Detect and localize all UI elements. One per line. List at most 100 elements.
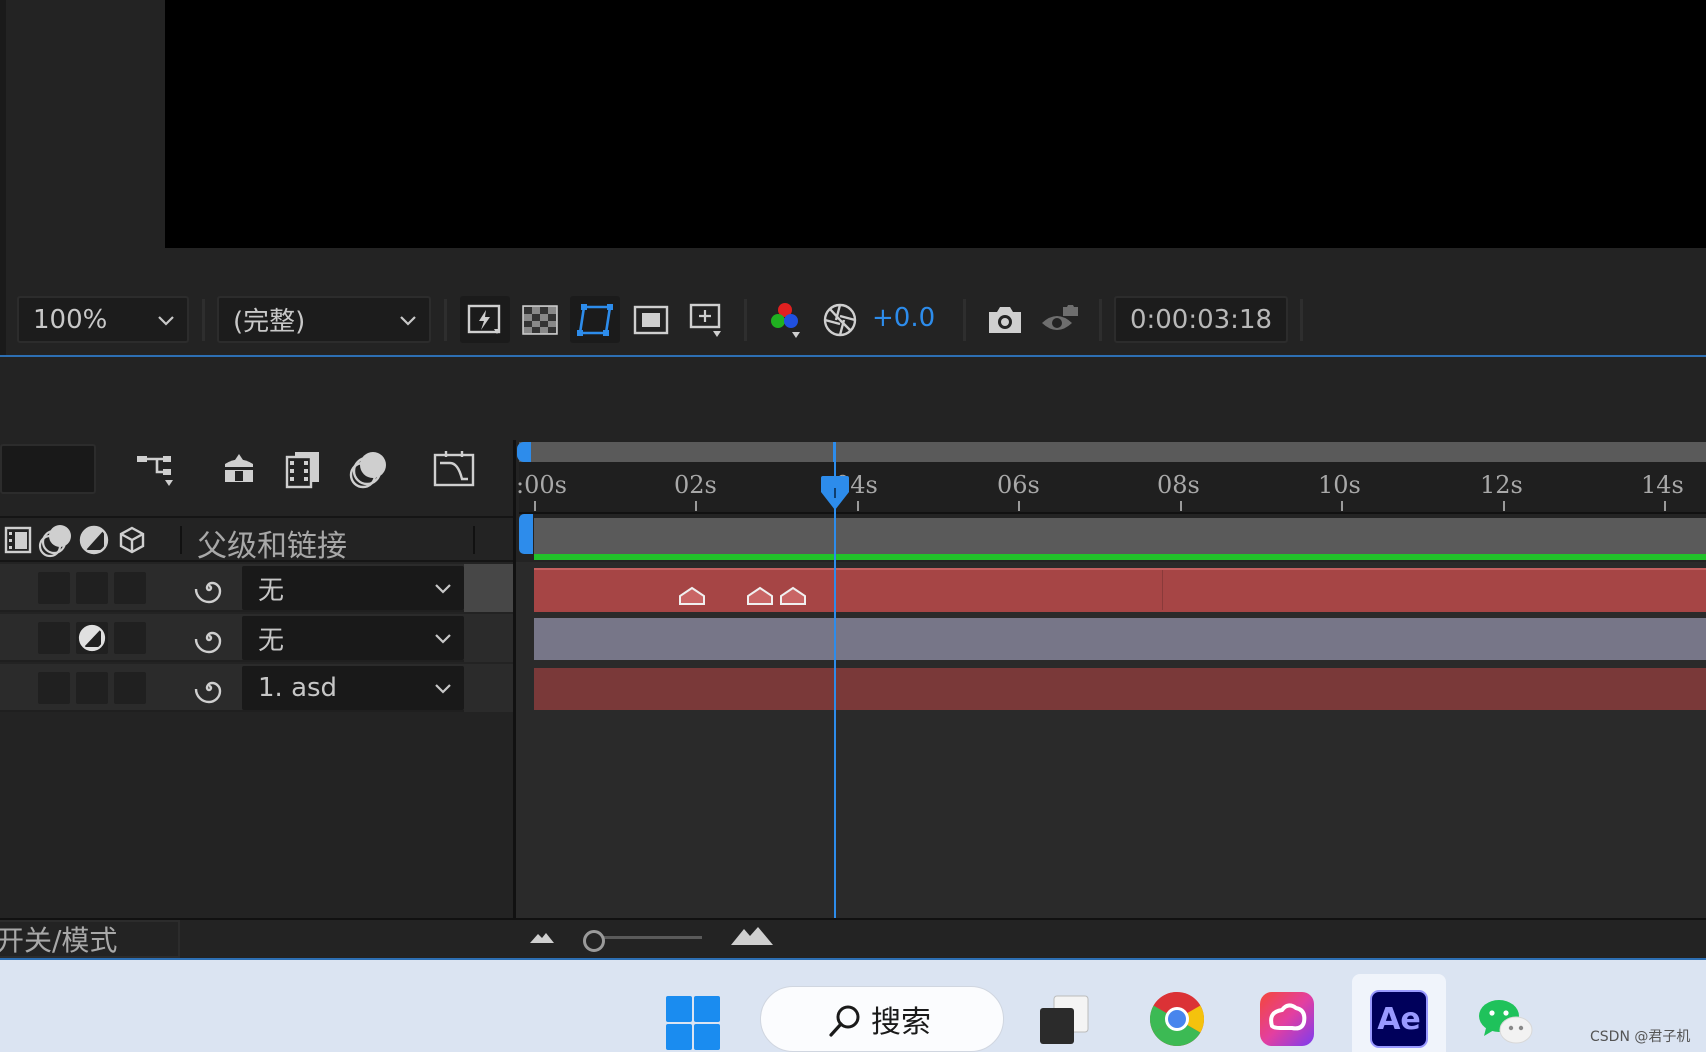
mask-visibility-button[interactable] <box>570 296 620 343</box>
toggle-switches-modes-button[interactable]: 开关/模式 <box>0 920 180 958</box>
timeline-search-input[interactable] <box>0 444 96 494</box>
switch-frame-blend[interactable] <box>38 622 70 654</box>
taskbar-search-button[interactable]: 搜索 <box>760 986 1004 1052</box>
switch-motion-blur[interactable] <box>76 672 108 704</box>
toolbar-separator <box>1099 299 1102 341</box>
pick-whip-icon[interactable] <box>193 572 225 604</box>
magnification-value: 100% <box>33 304 108 335</box>
show-channel-button[interactable] <box>760 296 810 343</box>
creative-cloud-icon[interactable] <box>1258 990 1316 1048</box>
after-effects-icon[interactable]: Ae <box>1370 990 1428 1048</box>
adjustment-layer-column-icon[interactable] <box>78 524 110 556</box>
zoom-out-icon[interactable] <box>529 930 555 944</box>
current-time-indicator[interactable] <box>834 448 836 918</box>
row-spacer <box>464 564 513 612</box>
grid-guides-icon <box>689 303 721 337</box>
region-of-interest-button[interactable] <box>626 296 676 343</box>
checkerboard-icon <box>522 304 558 335</box>
frame-blending-button[interactable] <box>278 446 328 492</box>
switch-motion-blur[interactable] <box>76 622 108 654</box>
layer-marker-icon[interactable] <box>746 586 774 606</box>
viewer-left-edge <box>0 0 6 358</box>
ruler-tick <box>857 501 859 511</box>
graph-editor-icon <box>433 451 475 487</box>
transparency-grid-button[interactable] <box>515 296 565 343</box>
parent-link-column-label: 父级和链接 <box>197 529 347 564</box>
parent-value: 无 <box>258 625 285 656</box>
task-view-icon[interactable] <box>1036 992 1094 1050</box>
switch-adjustment[interactable] <box>114 572 146 604</box>
ruler-label: 02s <box>674 471 717 499</box>
resolution-dropdown[interactable]: (完整) <box>217 296 431 343</box>
pick-whip-icon[interactable] <box>193 622 225 654</box>
search-icon <box>829 1005 860 1037</box>
work-area-start-handle[interactable] <box>519 514 533 554</box>
film-strip-icon <box>285 452 319 489</box>
switch-adjustment[interactable] <box>114 622 146 654</box>
3d-layer-column-icon[interactable] <box>116 524 148 556</box>
ruler-label: 06s <box>997 471 1040 499</box>
layer-duration-bar[interactable] <box>534 618 1706 660</box>
composition-mini-flowchart-button[interactable] <box>132 446 182 492</box>
switch-frame-blend[interactable] <box>38 572 70 604</box>
fast-previews-button[interactable] <box>460 296 510 343</box>
graph-editor-button[interactable] <box>429 446 479 492</box>
ruler-tick <box>1018 501 1020 511</box>
composition-canvas[interactable] <box>165 0 1706 248</box>
switch-adjustment[interactable] <box>114 672 146 704</box>
chevron-down-icon <box>400 316 416 326</box>
ruler-tick <box>1503 501 1505 511</box>
search-label: 搜索 <box>871 1005 931 1040</box>
timeline-zoom-slider[interactable] <box>594 936 702 939</box>
camera-icon <box>989 306 1021 333</box>
show-snapshot-button[interactable] <box>1034 296 1084 343</box>
ruler-label: 08s <box>1157 471 1200 499</box>
work-area-bar[interactable] <box>534 518 1706 554</box>
magnification-dropdown[interactable]: 100% <box>17 296 189 343</box>
chrome-icon[interactable] <box>1148 990 1206 1048</box>
time-navigator-start-handle[interactable] <box>517 442 531 462</box>
motion-blur-button[interactable] <box>344 446 394 492</box>
wechat-icon[interactable] <box>1476 992 1534 1050</box>
current-time-display[interactable]: 0:00:03:18 <box>1114 296 1288 343</box>
layer-row[interactable]: 无 <box>0 614 513 662</box>
grid-guide-options-button[interactable] <box>681 296 731 343</box>
chevron-down-icon <box>435 634 451 644</box>
ruler-label: :00s <box>516 471 567 499</box>
rgb-channels-icon <box>771 302 800 338</box>
layer-marker-icon[interactable] <box>779 586 807 606</box>
pick-whip-icon[interactable] <box>193 672 225 704</box>
timeline-zoom-knob[interactable] <box>583 930 605 952</box>
windows-start-icon[interactable] <box>664 994 722 1052</box>
take-snapshot-button[interactable] <box>980 296 1030 343</box>
parent-value: 无 <box>258 575 285 606</box>
layer-row[interactable]: 1. asd <box>0 664 513 712</box>
resolution-value: (完整) <box>233 307 306 337</box>
toolbar-separator <box>963 299 966 341</box>
layer-duration-bar[interactable] <box>534 668 1706 710</box>
frame-blend-column-icon[interactable] <box>2 524 34 556</box>
exposure-value[interactable]: +0.0 <box>872 303 935 333</box>
track-area[interactable] <box>516 562 1706 918</box>
bar-segment-line <box>1162 570 1163 610</box>
chevron-down-icon <box>158 316 174 326</box>
draft-3d-button[interactable] <box>214 446 264 492</box>
switch-motion-blur[interactable] <box>76 572 108 604</box>
layer-marker-icon[interactable] <box>678 586 706 606</box>
motion-blur-icon <box>349 452 386 489</box>
layer-duration-bar[interactable] <box>534 568 1706 612</box>
parent-dropdown[interactable]: 无 <box>242 566 464 610</box>
reset-exposure-button[interactable] <box>815 296 865 343</box>
draft-3d-icon <box>225 454 253 482</box>
chevron-down-icon <box>435 584 451 594</box>
layer-row[interactable]: 无 <box>0 564 513 612</box>
adjustment-layer-icon <box>78 624 106 652</box>
parent-dropdown[interactable]: 无 <box>242 616 464 660</box>
chevron-down-icon <box>435 684 451 694</box>
zoom-in-icon[interactable] <box>730 926 774 946</box>
motion-blur-column-icon[interactable] <box>38 522 74 558</box>
time-navigator-bar[interactable] <box>519 442 1706 462</box>
playhead-handle-icon[interactable] <box>819 474 851 512</box>
switch-frame-blend[interactable] <box>38 672 70 704</box>
parent-dropdown[interactable]: 1. asd <box>242 666 464 710</box>
